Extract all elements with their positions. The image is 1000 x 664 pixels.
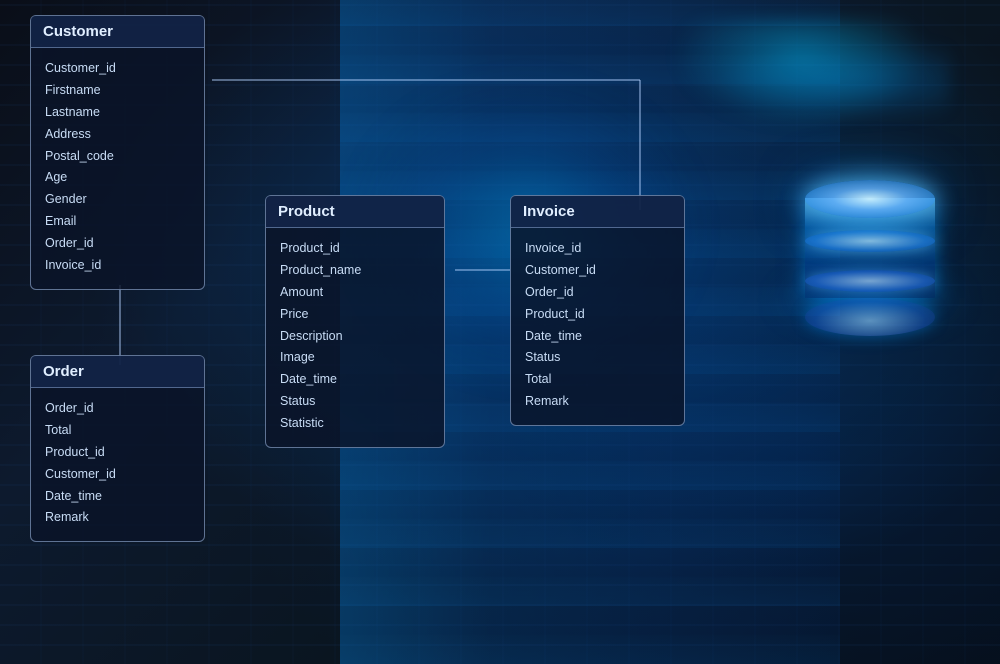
list-item: Description: [280, 326, 430, 348]
list-item: Date_time: [45, 486, 190, 508]
list-item: Email: [45, 211, 190, 233]
list-item: Image: [280, 347, 430, 369]
order-title: Order: [43, 363, 84, 380]
list-item: Postal_code: [45, 146, 190, 168]
list-item: Firstname: [45, 80, 190, 102]
list-item: Product_name: [280, 260, 430, 282]
cylinder-middle-2: [805, 270, 935, 292]
list-item: Invoice_id: [525, 238, 670, 260]
list-item: Order_id: [45, 233, 190, 255]
invoice-title: Invoice: [523, 203, 575, 220]
list-item: Product_id: [45, 442, 190, 464]
list-item: Product_id: [280, 238, 430, 260]
list-item: Order_id: [525, 282, 670, 304]
list-item: Lastname: [45, 102, 190, 124]
list-item: Remark: [525, 391, 670, 413]
product-fields: Product_id Product_name Amount Price Des…: [280, 238, 430, 435]
list-item: Invoice_id: [45, 255, 190, 277]
product-table-header: Product: [266, 196, 444, 228]
invoice-table-body: Invoice_id Customer_id Order_id Product_…: [511, 228, 684, 425]
list-item: Price: [280, 304, 430, 326]
list-item: Total: [45, 420, 190, 442]
customer-table-header: Customer: [31, 16, 204, 48]
customer-title: Customer: [43, 23, 113, 40]
list-item: Address: [45, 124, 190, 146]
order-table-body: Order_id Total Product_id Customer_id Da…: [31, 388, 204, 541]
list-item: Customer_id: [45, 58, 190, 80]
list-item: Status: [280, 391, 430, 413]
list-item: Date_time: [525, 326, 670, 348]
list-item: Order_id: [45, 398, 190, 420]
list-item: Date_time: [280, 369, 430, 391]
main-content: Customer Customer_id Firstname Lastname …: [0, 0, 1000, 664]
list-item: Customer_id: [45, 464, 190, 486]
list-item: Product_id: [525, 304, 670, 326]
list-item: Total: [525, 369, 670, 391]
customer-fields: Customer_id Firstname Lastname Address P…: [45, 58, 190, 277]
invoice-fields: Invoice_id Customer_id Order_id Product_…: [525, 238, 670, 413]
product-table-body: Product_id Product_name Amount Price Des…: [266, 228, 444, 447]
list-item: Status: [525, 347, 670, 369]
list-item: Age: [45, 167, 190, 189]
product-title: Product: [278, 203, 335, 220]
order-table: Order Order_id Total Product_id Customer…: [30, 355, 205, 542]
list-item: Gender: [45, 189, 190, 211]
list-item: Amount: [280, 282, 430, 304]
list-item: Customer_id: [525, 260, 670, 282]
invoice-table: Invoice Invoice_id Customer_id Order_id …: [510, 195, 685, 426]
list-item: Remark: [45, 507, 190, 529]
cylinder-middle-1: [805, 230, 935, 252]
product-table: Product Product_id Product_name Amount P…: [265, 195, 445, 448]
order-table-header: Order: [31, 356, 204, 388]
database-icon: [790, 180, 950, 340]
cylinder-bottom: [805, 298, 935, 336]
order-fields: Order_id Total Product_id Customer_id Da…: [45, 398, 190, 529]
invoice-table-header: Invoice: [511, 196, 684, 228]
list-item: Statistic: [280, 413, 430, 435]
customer-table: Customer Customer_id Firstname Lastname …: [30, 15, 205, 290]
cylinder-top: [805, 180, 935, 218]
customer-table-body: Customer_id Firstname Lastname Address P…: [31, 48, 204, 289]
